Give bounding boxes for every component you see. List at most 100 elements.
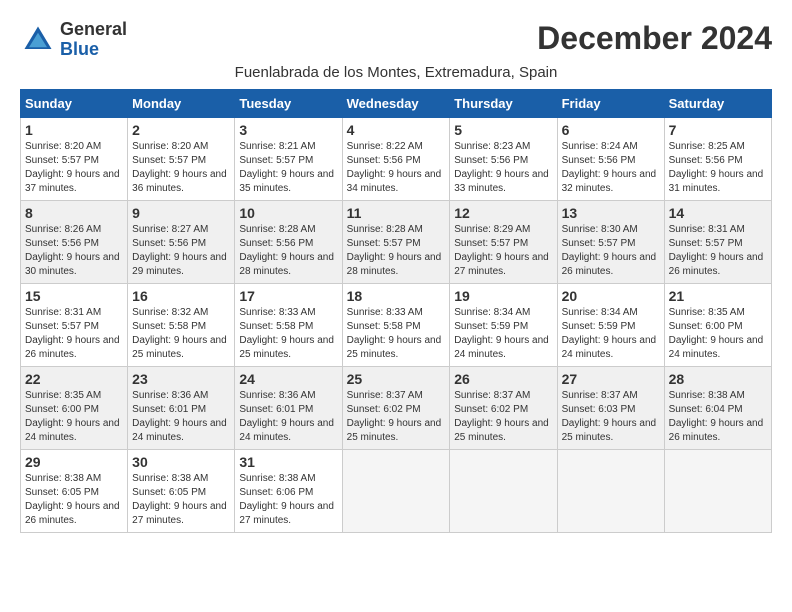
table-row: 14 Sunrise: 8:31 AM Sunset: 5:57 PM Dayli… — [664, 200, 771, 283]
table-row: 21 Sunrise: 8:35 AM Sunset: 6:00 PM Dayli… — [664, 283, 771, 366]
day-info: Sunrise: 8:33 AM Sunset: 5:58 PM Dayligh… — [239, 306, 337, 362]
location: Fuenlabrada de los Montes, Extremadura, … — [20, 64, 772, 81]
day-info: Sunrise: 8:22 AM Sunset: 5:56 PM Dayligh… — [347, 140, 446, 196]
day-number: 13 — [562, 205, 660, 221]
logo-blue: Blue — [60, 39, 99, 59]
day-number: 30 — [132, 454, 230, 470]
day-info: Sunrise: 8:33 AM Sunset: 5:58 PM Dayligh… — [347, 306, 446, 362]
day-info: Sunrise: 8:24 AM Sunset: 5:56 PM Dayligh… — [562, 140, 660, 196]
day-number: 17 — [239, 288, 337, 304]
col-wednesday: Wednesday — [342, 89, 450, 117]
day-info: Sunrise: 8:20 AM Sunset: 5:57 PM Dayligh… — [25, 140, 123, 196]
table-row: 22 Sunrise: 8:35 AM Sunset: 6:00 PM Dayli… — [21, 366, 128, 449]
day-info: Sunrise: 8:38 AM Sunset: 6:04 PM Dayligh… — [669, 389, 767, 445]
day-number: 27 — [562, 371, 660, 387]
table-row: 25 Sunrise: 8:37 AM Sunset: 6:02 PM Dayli… — [342, 366, 450, 449]
day-number: 14 — [669, 205, 767, 221]
day-info: Sunrise: 8:35 AM Sunset: 6:00 PM Dayligh… — [25, 389, 123, 445]
day-number: 18 — [347, 288, 446, 304]
day-number: 11 — [347, 205, 446, 221]
day-number: 10 — [239, 205, 337, 221]
calendar-week-row: 22 Sunrise: 8:35 AM Sunset: 6:00 PM Dayli… — [21, 366, 772, 449]
day-number: 6 — [562, 122, 660, 138]
table-row: 28Sunrise: 8:38 AM Sunset: 6:04 PM Dayli… — [664, 366, 771, 449]
day-number: 20 — [562, 288, 660, 304]
calendar-table: Sunday Monday Tuesday Wednesday Thursday… — [20, 89, 772, 533]
logo-icon — [20, 22, 56, 58]
day-info: Sunrise: 8:31 AM Sunset: 5:57 PM Dayligh… — [669, 223, 767, 279]
table-row: 29 Sunrise: 8:38 AM Sunset: 6:05 PM Dayli… — [21, 449, 128, 532]
day-info: Sunrise: 8:26 AM Sunset: 5:56 PM Dayligh… — [25, 223, 123, 279]
day-info: Sunrise: 8:21 AM Sunset: 5:57 PM Dayligh… — [239, 140, 337, 196]
table-row: 18 Sunrise: 8:33 AM Sunset: 5:58 PM Dayli… — [342, 283, 450, 366]
month-title: December 2024 — [537, 20, 772, 57]
col-thursday: Thursday — [450, 89, 557, 117]
day-number: 3 — [239, 122, 337, 138]
col-sunday: Sunday — [21, 89, 128, 117]
col-monday: Monday — [128, 89, 235, 117]
table-row — [450, 449, 557, 532]
day-number: 23 — [132, 371, 230, 387]
title-block: December 2024 — [537, 20, 772, 57]
table-row: 31 Sunrise: 8:38 AM Sunset: 6:06 PM Dayli… — [235, 449, 342, 532]
day-info: Sunrise: 8:38 AM Sunset: 6:05 PM Dayligh… — [25, 472, 123, 528]
day-number: 31 — [239, 454, 337, 470]
logo-text: General Blue — [60, 20, 127, 60]
table-row: 2 Sunrise: 8:20 AM Sunset: 5:57 PM Daylig… — [128, 117, 235, 200]
table-row: 26 Sunrise: 8:37 AM Sunset: 6:02 PM Dayli… — [450, 366, 557, 449]
day-info: Sunrise: 8:23 AM Sunset: 5:56 PM Dayligh… — [454, 140, 552, 196]
day-number: 29 — [25, 454, 123, 470]
day-number: 25 — [347, 371, 446, 387]
day-number: 22 — [25, 371, 123, 387]
table-row: 30 Sunrise: 8:38 AM Sunset: 6:05 PM Dayli… — [128, 449, 235, 532]
day-number: 21 — [669, 288, 767, 304]
table-row: 6 Sunrise: 8:24 AM Sunset: 5:56 PM Daylig… — [557, 117, 664, 200]
table-row: 11 Sunrise: 8:28 AM Sunset: 5:57 PM Dayli… — [342, 200, 450, 283]
day-info: Sunrise: 8:35 AM Sunset: 6:00 PM Dayligh… — [669, 306, 767, 362]
table-row: 8 Sunrise: 8:26 AM Sunset: 5:56 PM Daylig… — [21, 200, 128, 283]
table-row: 1 Sunrise: 8:20 AM Sunset: 5:57 PM Daylig… — [21, 117, 128, 200]
table-row: 24Sunrise: 8:36 AM Sunset: 6:01 PM Dayli… — [235, 366, 342, 449]
day-info: Sunrise: 8:38 AM Sunset: 6:05 PM Dayligh… — [132, 472, 230, 528]
table-row: 7 Sunrise: 8:25 AM Sunset: 5:56 PM Daylig… — [664, 117, 771, 200]
calendar-week-row: 8 Sunrise: 8:26 AM Sunset: 5:56 PM Daylig… — [21, 200, 772, 283]
day-number: 7 — [669, 122, 767, 138]
day-info: Sunrise: 8:30 AM Sunset: 5:57 PM Dayligh… — [562, 223, 660, 279]
calendar-week-row: 1 Sunrise: 8:20 AM Sunset: 5:57 PM Daylig… — [21, 117, 772, 200]
day-info: Sunrise: 8:36 AM Sunset: 6:01 PM Dayligh… — [239, 389, 337, 445]
day-info: Sunrise: 8:28 AM Sunset: 5:57 PM Dayligh… — [347, 223, 446, 279]
table-row — [664, 449, 771, 532]
day-number: 1 — [25, 122, 123, 138]
table-row: 19Sunrise: 8:34 AM Sunset: 5:59 PM Dayli… — [450, 283, 557, 366]
col-saturday: Saturday — [664, 89, 771, 117]
day-info: Sunrise: 8:38 AM Sunset: 6:06 PM Dayligh… — [239, 472, 337, 528]
day-number: 15 — [25, 288, 123, 304]
col-friday: Friday — [557, 89, 664, 117]
table-row: 4 Sunrise: 8:22 AM Sunset: 5:56 PM Daylig… — [342, 117, 450, 200]
day-number: 16 — [132, 288, 230, 304]
logo: General Blue — [20, 20, 127, 60]
calendar-week-row: 15Sunrise: 8:31 AM Sunset: 5:57 PM Dayli… — [21, 283, 772, 366]
table-row: 3 Sunrise: 8:21 AM Sunset: 5:57 PM Daylig… — [235, 117, 342, 200]
day-info: Sunrise: 8:20 AM Sunset: 5:57 PM Dayligh… — [132, 140, 230, 196]
day-info: Sunrise: 8:25 AM Sunset: 5:56 PM Dayligh… — [669, 140, 767, 196]
calendar-header-row: Sunday Monday Tuesday Wednesday Thursday… — [21, 89, 772, 117]
table-row — [342, 449, 450, 532]
day-info: Sunrise: 8:37 AM Sunset: 6:02 PM Dayligh… — [347, 389, 446, 445]
table-row: 9Sunrise: 8:27 AM Sunset: 5:56 PM Daylig… — [128, 200, 235, 283]
day-number: 2 — [132, 122, 230, 138]
calendar-week-row: 29 Sunrise: 8:38 AM Sunset: 6:05 PM Dayli… — [21, 449, 772, 532]
day-info: Sunrise: 8:34 AM Sunset: 5:59 PM Dayligh… — [454, 306, 552, 362]
table-row: 15Sunrise: 8:31 AM Sunset: 5:57 PM Dayli… — [21, 283, 128, 366]
table-row: 20 Sunrise: 8:34 AM Sunset: 5:59 PM Dayli… — [557, 283, 664, 366]
day-number: 8 — [25, 205, 123, 221]
day-info: Sunrise: 8:28 AM Sunset: 5:56 PM Dayligh… — [239, 223, 337, 279]
table-row: 5Sunrise: 8:23 AM Sunset: 5:56 PM Daylig… — [450, 117, 557, 200]
day-number: 4 — [347, 122, 446, 138]
day-number: 9 — [132, 205, 230, 221]
day-info: Sunrise: 8:34 AM Sunset: 5:59 PM Dayligh… — [562, 306, 660, 362]
table-row: 23Sunrise: 8:36 AM Sunset: 6:01 PM Dayli… — [128, 366, 235, 449]
day-number: 26 — [454, 371, 552, 387]
day-info: Sunrise: 8:29 AM Sunset: 5:57 PM Dayligh… — [454, 223, 552, 279]
day-info: Sunrise: 8:37 AM Sunset: 6:02 PM Dayligh… — [454, 389, 552, 445]
